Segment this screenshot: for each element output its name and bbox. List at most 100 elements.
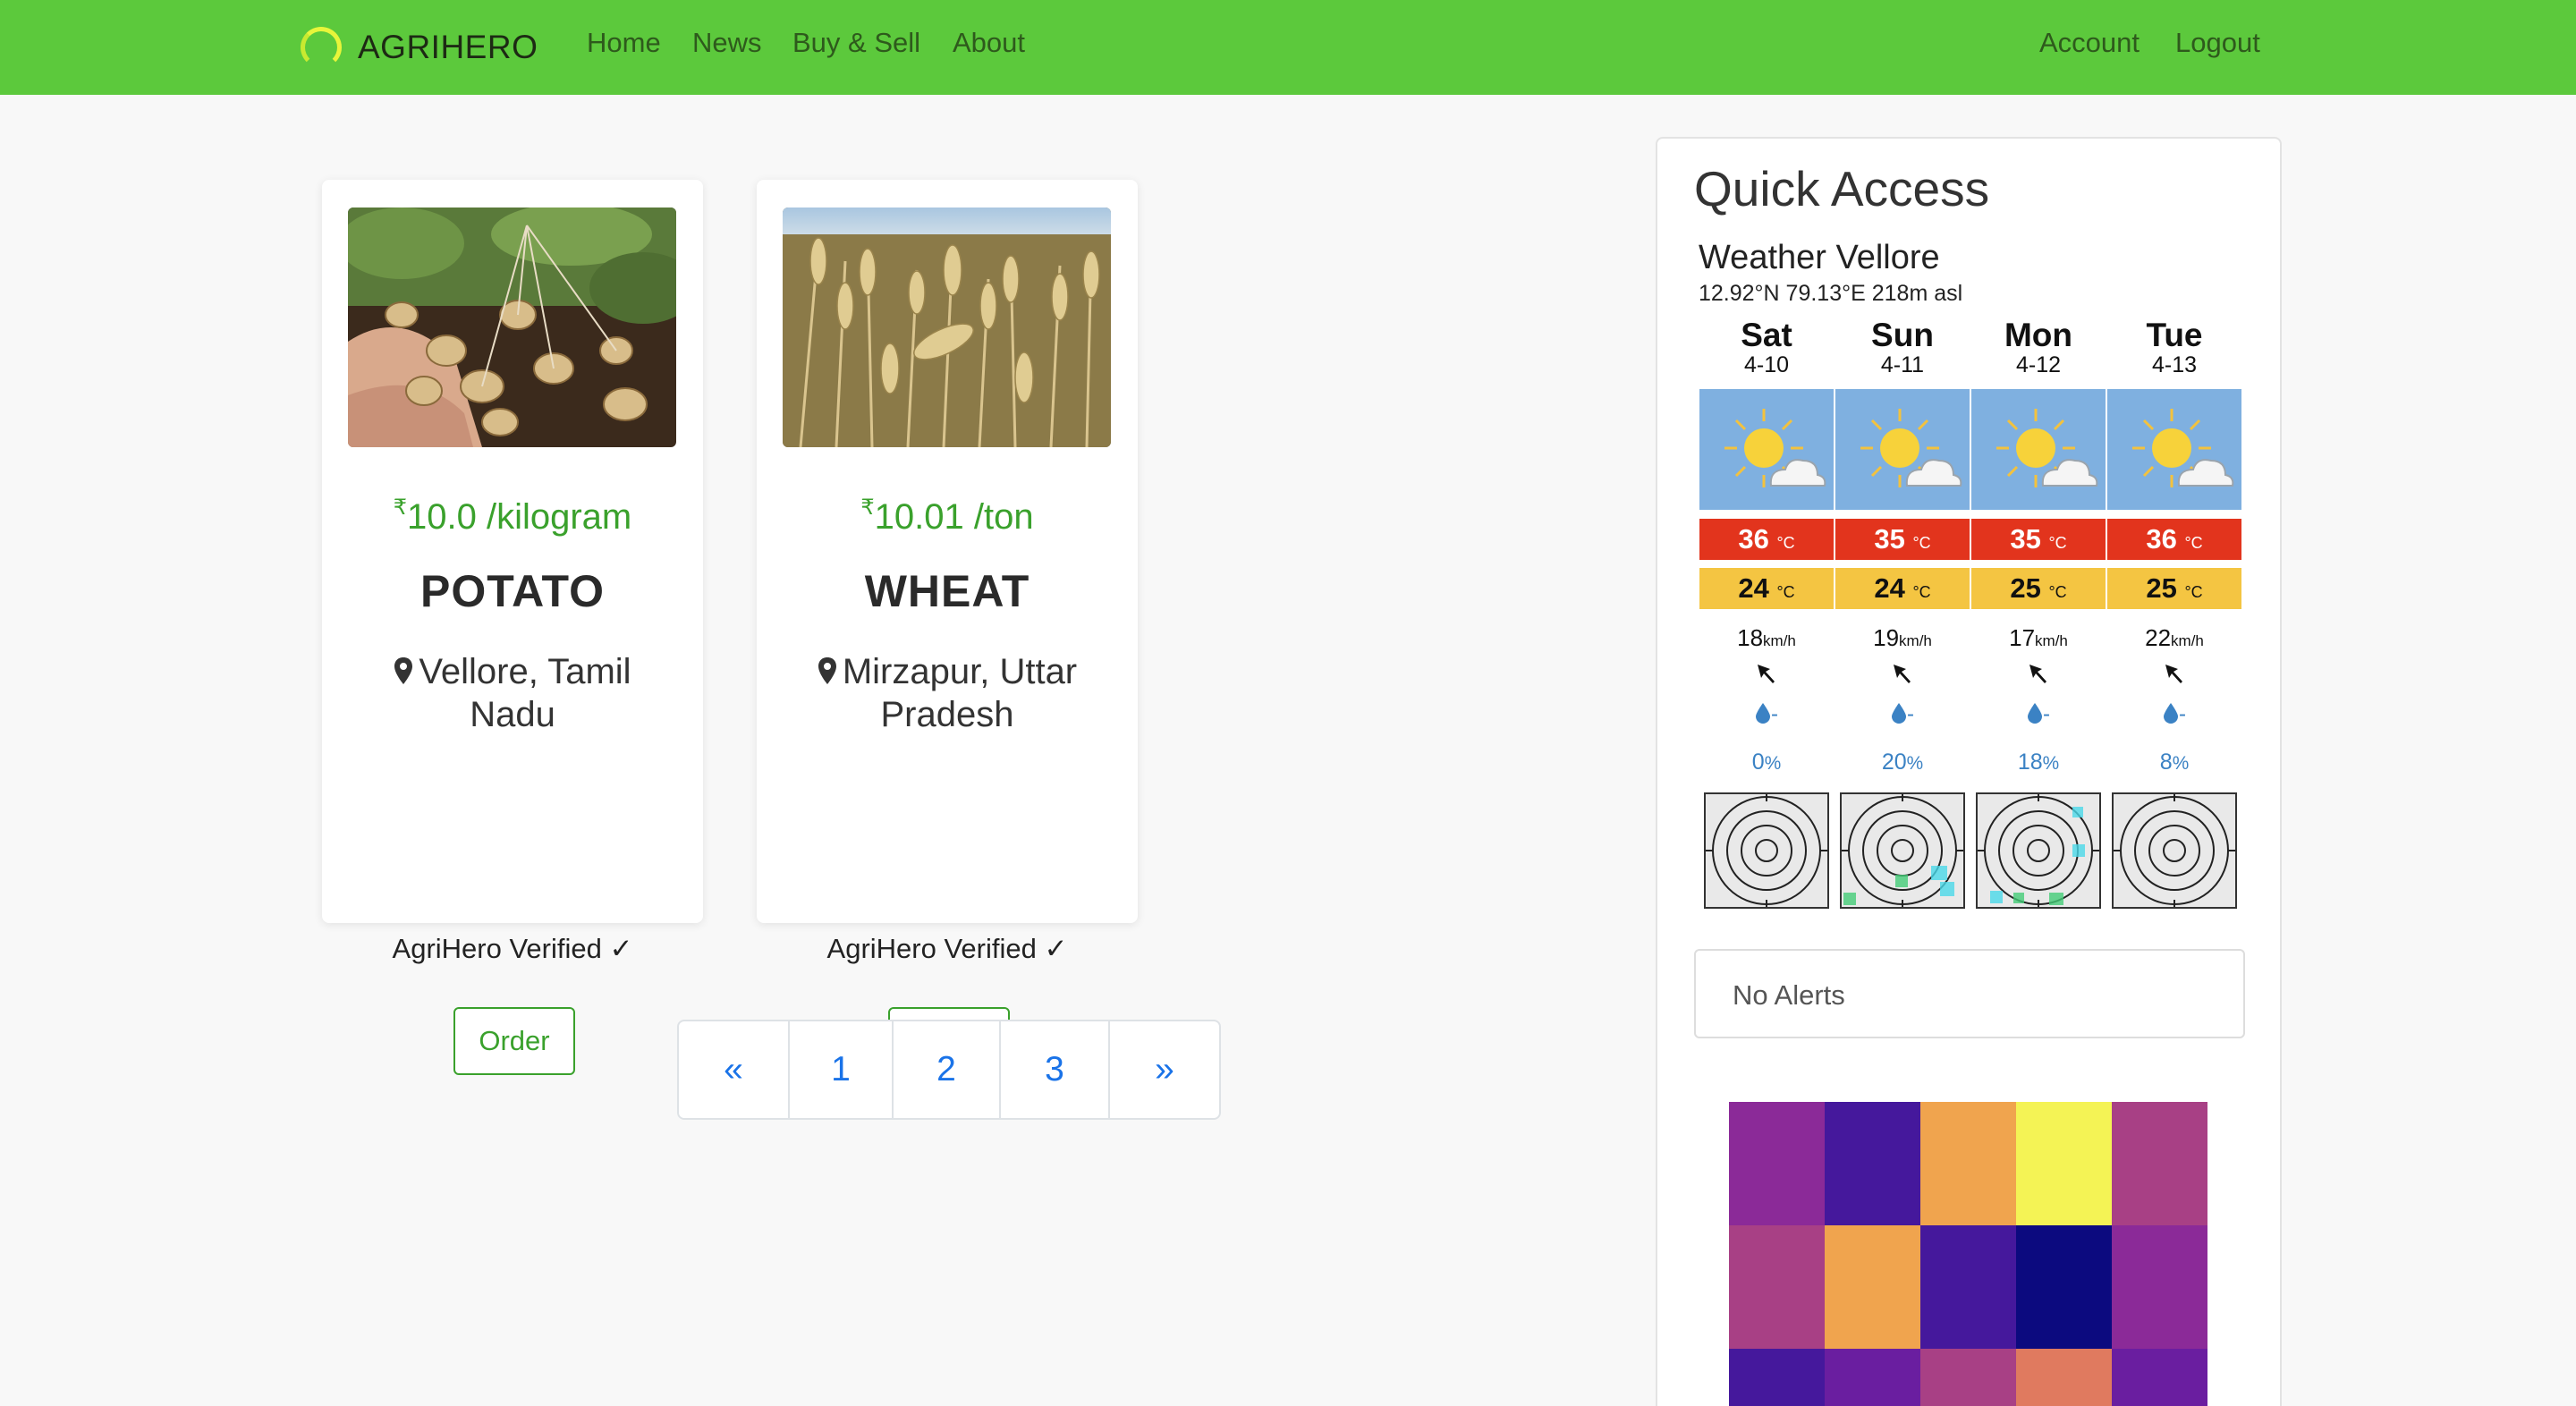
pagination-page-1[interactable]: 1: [790, 1021, 894, 1118]
verified-badge: AgriHero Verified ✓: [826, 933, 1068, 964]
heatmap-cell: [2016, 1349, 2112, 1406]
pagination-prev[interactable]: «: [679, 1021, 790, 1118]
brand[interactable]: AGRIHERO: [301, 25, 538, 70]
alerts-text: No Alerts: [1733, 979, 1845, 1011]
radar-map: [2112, 792, 2237, 909]
weather-day-header: Sat 4-10: [1699, 317, 1834, 378]
radar-map: [1704, 792, 1829, 909]
heatmap-cell: [1729, 1102, 1825, 1225]
rain-probability: 18%: [2017, 750, 2060, 775]
heatmap-cell: [1920, 1349, 2016, 1406]
temp-max: 35 °C: [1835, 519, 1970, 560]
temp-max: 36 °C: [1699, 519, 1834, 560]
sun-cloud-icon: [2107, 389, 2241, 510]
product-location: Vellore, Tamil Nadu: [349, 650, 676, 736]
map-pin-icon: [818, 657, 836, 684]
wind-direction-icon: [1699, 662, 1834, 690]
order-button[interactable]: Order: [453, 1007, 575, 1075]
weather-coordinates: 12.92°N 79.13°E 218m asl: [1699, 281, 1963, 306]
weather-day-name: Tue: [2146, 317, 2203, 353]
verified-badge: AgriHero Verified ✓: [392, 933, 633, 964]
weather-day-date: 4-13: [2151, 352, 2198, 377]
product-image-potato: [348, 208, 676, 447]
heatmap-cell: [2112, 1349, 2207, 1406]
nav-news[interactable]: News: [692, 27, 762, 59]
navbar: AGRIHERO Home News Buy & Sell About Acco…: [0, 0, 2576, 95]
heatmap-cell: [1825, 1349, 1920, 1406]
product-price: ₹10.0 /kilogram: [393, 495, 632, 537]
pagination-page-2[interactable]: 2: [894, 1021, 1001, 1118]
temp-max: 36 °C: [2107, 519, 2241, 560]
product-card: ₹10.0 /kilogram POTATO Vellore, Tamil Na…: [322, 180, 703, 1075]
quick-access-title: Quick Access: [1694, 161, 1990, 216]
heatmap-cell: [2112, 1225, 2207, 1349]
heatmap-cell: [1920, 1225, 2016, 1349]
temp-min: 25 °C: [1971, 568, 2106, 609]
weather-day-date: 4-12: [2015, 352, 2062, 377]
temp-min: 24 °C: [1835, 568, 1970, 609]
temp-min: 25 °C: [2107, 568, 2241, 609]
raindrop-icon: [1756, 703, 1770, 724]
map-pin-icon: [394, 657, 413, 684]
weather-day-name: Sat: [1741, 317, 1792, 353]
nav-account[interactable]: Account: [2039, 27, 2140, 59]
wind-speed: 18km/h: [1737, 624, 1796, 651]
heatmap-cell: [1825, 1102, 1920, 1225]
precipitation: -: [1835, 702, 1970, 727]
wind-speed: 22km/h: [2145, 624, 2204, 651]
pagination: « 1 2 3 »: [677, 1020, 1221, 1120]
wind-speed: 19km/h: [1873, 624, 1932, 651]
weather-day-name: Sun: [1871, 317, 1934, 353]
product-name: POTATO: [420, 566, 605, 616]
sun-cloud-icon: [1971, 389, 2106, 510]
precipitation: -: [1699, 702, 1834, 727]
wind-direction-icon: [1971, 662, 2106, 690]
raindrop-icon: [2164, 703, 2178, 724]
precipitation: -: [1971, 702, 2106, 727]
heatmap-cell: [2016, 1225, 2112, 1349]
pagination-next[interactable]: »: [1110, 1021, 1219, 1118]
wind-direction-icon: [2107, 662, 2241, 690]
weather-day-header: Tue 4-13: [2107, 317, 2241, 378]
raindrop-icon: [1892, 703, 1906, 724]
brand-name: AGRIHERO: [358, 29, 538, 65]
wind-speed: 17km/h: [2009, 624, 2068, 651]
radar-map: [1976, 792, 2101, 909]
sun-cloud-icon: [1699, 389, 1834, 510]
heatmap-cell: [1825, 1225, 1920, 1349]
rain-probability: 20%: [1881, 750, 1924, 775]
radar-map: [1840, 792, 1965, 909]
raindrop-icon: [2028, 703, 2042, 724]
wind-direction-icon: [1835, 662, 1970, 690]
weather-day-name: Mon: [2004, 317, 2073, 353]
rain-probability: 8%: [2159, 750, 2190, 775]
weather-day-header: Mon 4-12: [1971, 317, 2106, 378]
sun-cloud-icon: [1835, 389, 1970, 510]
nav-buy-sell[interactable]: Buy & Sell: [792, 27, 920, 59]
precipitation: -: [2107, 702, 2241, 727]
weather-day-header: Sun 4-11: [1835, 317, 1970, 378]
nav-home[interactable]: Home: [587, 27, 661, 59]
heatmap-cell: [1729, 1225, 1825, 1349]
weather-day-date: 4-11: [1880, 352, 1925, 377]
product-location: Mirzapur, Uttar Pradesh: [784, 650, 1111, 736]
temp-max: 35 °C: [1971, 519, 2106, 560]
nav-about[interactable]: About: [953, 27, 1025, 59]
heatmap-cell: [1920, 1102, 2016, 1225]
product-card: ₹10.01 /ton WHEAT Mirzapur, Uttar Prades…: [757, 180, 1138, 1075]
weather-title: Weather Vellore: [1699, 239, 1940, 276]
heatmap-cell: [2016, 1102, 2112, 1225]
product-price: ₹10.01 /ton: [860, 495, 1034, 537]
pagination-page-3[interactable]: 3: [1001, 1021, 1110, 1118]
brand-logo-icon: [301, 27, 342, 68]
quick-access-panel: Quick Access Weather Vellore 12.92°N 79.…: [1656, 137, 2282, 1406]
nav-logout[interactable]: Logout: [2175, 27, 2260, 59]
heatmap-cell: [2112, 1102, 2207, 1225]
rain-probability: 0%: [1751, 750, 1782, 775]
product-name: WHEAT: [864, 566, 1030, 616]
weather-day-date: 4-10: [1743, 352, 1790, 377]
temp-min: 24 °C: [1699, 568, 1834, 609]
heatmap-cell: [1729, 1349, 1825, 1406]
product-image-wheat: [783, 208, 1111, 447]
alerts-box: No Alerts: [1694, 949, 2245, 1038]
